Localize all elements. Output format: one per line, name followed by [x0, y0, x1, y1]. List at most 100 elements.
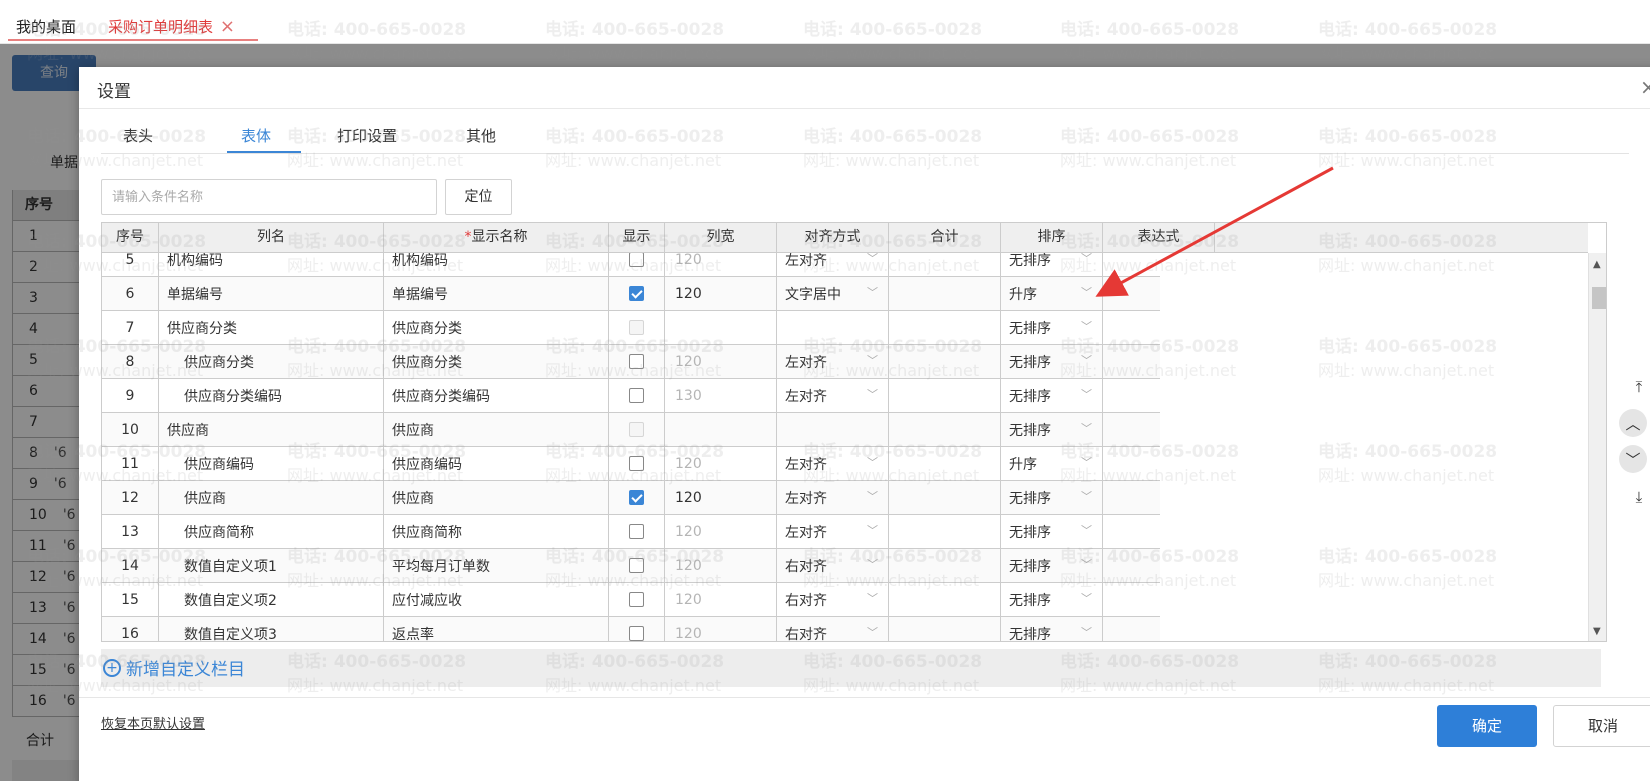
reset-defaults-link[interactable]: 恢复本页默认设置 [101, 713, 205, 732]
cell-width[interactable]: 120 [665, 617, 777, 641]
cell-sum[interactable] [889, 617, 1001, 641]
display-name-input[interactable]: 返点率 [384, 624, 434, 642]
cell-sum[interactable] [889, 311, 1001, 344]
display-name-input[interactable]: 平均每月订单数 [384, 556, 490, 576]
table-row[interactable]: 16 数值自定义项3 返点率 120 右对齐 ﹀ 无排序 ﹀ [102, 617, 1160, 642]
table-row[interactable]: 10 供应商 供应商 无排序 ﹀ [102, 413, 1160, 447]
cell-sum[interactable] [889, 549, 1001, 582]
close-icon[interactable]: × [1640, 75, 1650, 99]
cell-display-name[interactable]: 供应商分类 [384, 345, 609, 378]
cell-width[interactable] [665, 413, 777, 446]
cell-sort[interactable]: 无排序 ﹀ [1001, 413, 1103, 446]
show-checkbox[interactable] [629, 456, 644, 471]
cell-sum[interactable] [889, 277, 1001, 310]
tab-print-settings[interactable]: 打印设置 [337, 125, 397, 154]
cell-sort[interactable]: 无排序 ﹀ [1001, 379, 1103, 412]
width-input[interactable]: 120 [665, 524, 702, 540]
cell-sort[interactable]: 无排序 ﹀ [1001, 583, 1103, 616]
app-tab-purchase-order-detail[interactable]: 采购订单明细表 × [96, 16, 235, 40]
add-custom-column-link[interactable]: + 新增自定义栏目 [103, 655, 245, 680]
cell-width[interactable]: 120 [665, 583, 777, 616]
sort-select[interactable]: 无排序 ﹀ [1001, 522, 1102, 542]
cell-sort[interactable]: 无排序 ﹀ [1001, 617, 1103, 641]
close-icon[interactable]: × [220, 16, 235, 38]
cell-sort[interactable]: 无排序 ﹀ [1001, 253, 1103, 276]
cell-sum[interactable] [889, 447, 1001, 480]
scroll-thumb[interactable] [1592, 287, 1606, 309]
show-checkbox[interactable] [629, 524, 644, 539]
cell-sum[interactable] [889, 413, 1001, 446]
cell-sort[interactable]: 无排序 ﹀ [1001, 515, 1103, 548]
show-checkbox[interactable] [629, 592, 644, 607]
align-select[interactable]: 左对齐 ﹀ [777, 522, 888, 542]
move-to-bottom-icon[interactable]: ⤓ [1625, 483, 1650, 511]
cell-sort[interactable]: 无排序 ﹀ [1001, 345, 1103, 378]
move-up-icon[interactable]: ︿ [1619, 409, 1647, 437]
display-name-input[interactable]: 机构编码 [384, 253, 448, 270]
cell-sort[interactable]: 升序 ﹀ [1001, 277, 1103, 310]
cell-display-name[interactable]: 供应商分类 [384, 311, 609, 344]
cell-align[interactable]: 左对齐 ﹀ [777, 481, 889, 514]
cell-width[interactable]: 120 [665, 277, 777, 310]
cell-expression[interactable] [1103, 277, 1160, 310]
cell-expression[interactable] [1103, 549, 1160, 582]
cell-width[interactable]: 120 [665, 481, 777, 514]
cell-sum[interactable] [889, 345, 1001, 378]
sort-select[interactable]: 无排序 ﹀ [1001, 386, 1102, 406]
cell-sum[interactable] [889, 583, 1001, 616]
cell-display-name[interactable]: 平均每月订单数 [384, 549, 609, 582]
width-input[interactable]: 120 [665, 253, 702, 268]
cell-display-name[interactable]: 供应商 [384, 413, 609, 446]
cell-width[interactable]: 120 [665, 447, 777, 480]
align-select[interactable]: 文字居中 ﹀ [777, 284, 888, 304]
table-row[interactable]: 12 供应商 供应商 120 左对齐 ﹀ 无排序 ﹀ [102, 481, 1160, 515]
cell-sum[interactable] [889, 515, 1001, 548]
sort-select[interactable]: 升序 ﹀ [1001, 284, 1102, 304]
cell-expression[interactable] [1103, 447, 1160, 480]
cell-align[interactable]: 左对齐 ﹀ [777, 345, 889, 378]
cell-align[interactable]: 右对齐 ﹀ [777, 549, 889, 582]
move-to-top-icon[interactable]: ⤒ [1625, 373, 1650, 401]
cell-align[interactable]: 左对齐 ﹀ [777, 447, 889, 480]
align-select[interactable]: 左对齐 ﹀ [777, 253, 888, 270]
cell-sort[interactable]: 无排序 ﹀ [1001, 549, 1103, 582]
cell-sort[interactable]: 无排序 ﹀ [1001, 311, 1103, 344]
condition-search-input[interactable] [101, 179, 437, 215]
cell-display-name[interactable]: 供应商 [384, 481, 609, 514]
cell-sort[interactable]: 升序 ﹀ [1001, 447, 1103, 480]
show-checkbox[interactable] [629, 558, 644, 573]
sort-select[interactable]: 无排序 ﹀ [1001, 253, 1102, 270]
align-select[interactable]: 左对齐 ﹀ [777, 488, 888, 508]
sort-select[interactable]: 无排序 ﹀ [1001, 318, 1102, 338]
cell-width[interactable]: 120 [665, 515, 777, 548]
width-input[interactable]: 120 [665, 456, 702, 472]
sort-select[interactable]: 无排序 ﹀ [1001, 556, 1102, 576]
cell-align[interactable]: 文字居中 ﹀ [777, 277, 889, 310]
sort-select[interactable]: 无排序 ﹀ [1001, 488, 1102, 508]
table-row[interactable]: 7 供应商分类 供应商分类 无排序 ﹀ [102, 311, 1160, 345]
display-name-input[interactable]: 供应商分类编码 [384, 386, 490, 406]
cell-expression[interactable] [1103, 481, 1160, 514]
cell-expression[interactable] [1103, 379, 1160, 412]
app-tab-desktop[interactable]: 我的桌面 [16, 16, 76, 40]
move-down-icon[interactable]: ﹀ [1619, 445, 1647, 473]
cell-expression[interactable] [1103, 617, 1160, 641]
table-row[interactable]: 14 数值自定义项1 平均每月订单数 120 右对齐 ﹀ 无排序 ﹀ [102, 549, 1160, 583]
cell-sum[interactable] [889, 379, 1001, 412]
scroll-up-icon[interactable]: ▲ [1593, 259, 1601, 270]
cell-expression[interactable] [1103, 515, 1160, 548]
width-input[interactable]: 120 [665, 286, 702, 302]
vertical-scrollbar[interactable]: ▲ ▼ [1588, 253, 1606, 641]
table-row[interactable]: 6 单据编号 单据编号 120 文字居中 ﹀ 升序 ﹀ [102, 277, 1160, 311]
scroll-down-icon[interactable]: ▼ [1593, 626, 1601, 637]
display-name-input[interactable]: 供应商编码 [384, 454, 462, 474]
cell-sort[interactable]: 无排序 ﹀ [1001, 481, 1103, 514]
tab-body[interactable]: 表体 [241, 125, 271, 154]
cell-display-name[interactable]: 单据编号 [384, 277, 609, 310]
cell-align[interactable]: 左对齐 ﹀ [777, 253, 889, 276]
cell-expression[interactable] [1103, 311, 1160, 344]
table-row[interactable]: 8 供应商分类 供应商分类 120 左对齐 ﹀ 无排序 ﹀ [102, 345, 1160, 379]
cancel-button[interactable]: 取消 [1553, 705, 1650, 747]
display-name-input[interactable]: 供应商 [384, 420, 434, 440]
align-select[interactable]: 左对齐 ﹀ [777, 352, 888, 372]
